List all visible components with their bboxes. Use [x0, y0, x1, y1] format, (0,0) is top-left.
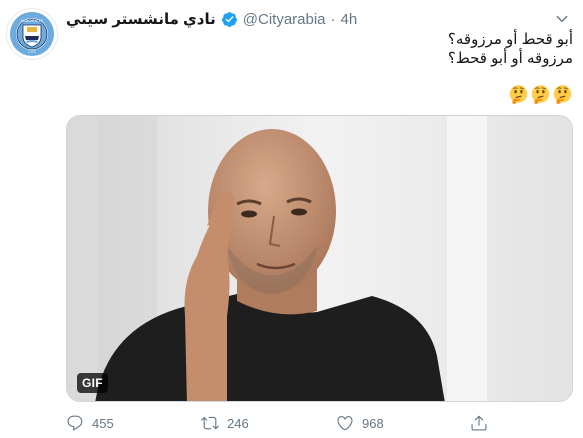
reply-button[interactable]: 455: [66, 412, 114, 434]
media-gif[interactable]: GIF: [66, 115, 573, 402]
manchester-city-crest-icon: MANCHESTER CITY: [10, 12, 54, 56]
gif-frame-image: [67, 116, 572, 401]
emoji-row: [508, 84, 573, 106]
tweet-text-line: مرزوقه أو أبو قحط؟: [447, 50, 573, 67]
tweet-actions: 455 246 968: [66, 412, 573, 434]
avatar[interactable]: MANCHESTER CITY: [6, 8, 58, 60]
tweet-text: أبو قحط أو مرزوقه؟ مرزوقه أو أبو قحط؟: [73, 30, 573, 68]
like-button[interactable]: 968: [336, 412, 384, 434]
share-icon: [471, 415, 487, 431]
tweet[interactable]: MANCHESTER CITY نادي مانشستر سيتي @Citya…: [0, 0, 583, 438]
gif-badge: GIF: [77, 373, 108, 393]
like-count: 968: [362, 415, 384, 431]
thinking-face-icon: [509, 85, 528, 104]
retweet-count: 246: [227, 415, 249, 431]
tweet-text-line: أبو قحط أو مرزوقه؟: [447, 31, 573, 48]
svg-text:CITY: CITY: [28, 50, 36, 54]
more-menu-button[interactable]: [553, 10, 571, 28]
reply-icon: [67, 415, 83, 431]
retweet-icon: [201, 416, 219, 430]
thinking-face-icon: [531, 85, 550, 104]
timestamp[interactable]: 4h: [341, 11, 358, 28]
display-name[interactable]: نادي مانشستر سيتي: [66, 10, 216, 28]
reply-count: 455: [92, 415, 114, 431]
tweet-header: نادي مانشستر سيتي @Cityarabia · 4h: [66, 8, 366, 30]
separator-dot: ·: [330, 10, 336, 28]
chevron-down-icon: [556, 15, 568, 23]
thinking-face-icon: [553, 85, 572, 104]
heart-icon: [337, 416, 353, 431]
retweet-button[interactable]: 246: [201, 412, 249, 434]
verified-badge-icon: [221, 11, 238, 28]
share-button[interactable]: [470, 412, 488, 434]
user-handle[interactable]: @Cityarabia: [243, 11, 326, 28]
svg-text:MANCHESTER: MANCHESTER: [21, 19, 44, 23]
